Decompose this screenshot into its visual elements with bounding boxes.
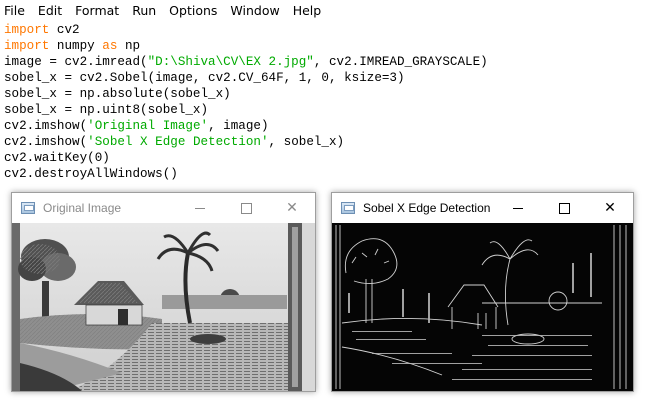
- code-text: np: [117, 39, 141, 53]
- code-text: numpy: [49, 39, 103, 53]
- code-keyword: import: [4, 23, 50, 37]
- window-app-icon: [341, 202, 355, 214]
- code-text: , image): [208, 119, 269, 133]
- close-button[interactable]: ✕: [587, 193, 633, 223]
- original-window-title: Original Image: [43, 201, 122, 215]
- code-text: cv2.destroyAllWindows(): [4, 167, 178, 181]
- sobel-image-area: [332, 223, 633, 391]
- minimize-button[interactable]: [177, 193, 223, 223]
- menu-options[interactable]: Options: [164, 0, 225, 22]
- code-keyword: as: [102, 39, 118, 53]
- sobel-window[interactable]: Sobel X Edge Detection ✕: [331, 192, 634, 392]
- code-editor[interactable]: import cv2 import numpy as np image = cv2.…: [0, 22, 651, 182]
- close-button[interactable]: ✕: [269, 193, 315, 223]
- menu-bar: File Edit Format Run Options Window Help: [0, 0, 651, 22]
- close-icon: ✕: [604, 200, 616, 216]
- original-image-window[interactable]: Original Image ✕: [11, 192, 316, 392]
- code-line: cv2.imshow('Sobel X Edge Detection', sob…: [0, 134, 651, 150]
- code-line: cv2.waitKey(0): [0, 150, 651, 166]
- sobel-window-title: Sobel X Edge Detection: [363, 201, 491, 215]
- close-icon: ✕: [286, 200, 298, 216]
- code-text: sobel_x = cv2.Sobel(image, cv2.CV_64F, 1…: [4, 71, 405, 85]
- code-string: 'Sobel X Edge Detection': [87, 135, 269, 149]
- code-keyword: import: [4, 39, 50, 53]
- menu-window[interactable]: Window: [225, 0, 287, 22]
- maximize-button[interactable]: [541, 193, 587, 223]
- code-text: cv2.waitKey(0): [4, 151, 110, 165]
- code-line: cv2.imshow('Original Image', image): [0, 118, 651, 134]
- sobel-window-titlebar[interactable]: Sobel X Edge Detection ✕: [332, 193, 633, 223]
- code-string: "D:\Shiva\CV\EX 2.jpg": [147, 55, 314, 69]
- maximize-button[interactable]: [223, 193, 269, 223]
- minimize-button[interactable]: [495, 193, 541, 223]
- sobel-edge-image: [332, 223, 633, 391]
- code-text: cv2.imshow(: [4, 119, 88, 133]
- menu-help[interactable]: Help: [288, 0, 330, 22]
- code-text: sobel_x = np.absolute(sobel_x): [4, 87, 231, 101]
- code-text: cv2.imshow(: [4, 135, 88, 149]
- code-text: cv2: [49, 23, 80, 37]
- code-line: cv2.destroyAllWindows(): [0, 166, 651, 182]
- code-text: , cv2.IMREAD_GRAYSCALE): [313, 55, 488, 69]
- code-line: image = cv2.imread("D:\Shiva\CV\EX 2.jpg…: [0, 54, 651, 70]
- code-line: sobel_x = cv2.Sobel(image, cv2.CV_64F, 1…: [0, 70, 651, 86]
- code-text: sobel_x = np.uint8(sobel_x): [4, 103, 209, 117]
- original-window-titlebar[interactable]: Original Image ✕: [12, 193, 315, 223]
- maximize-icon: [558, 202, 570, 214]
- code-line: sobel_x = np.uint8(sobel_x): [0, 102, 651, 118]
- code-line: import cv2: [0, 22, 651, 38]
- code-string: 'Original Image': [87, 119, 209, 133]
- code-line: import numpy as np: [0, 38, 651, 54]
- code-text: image = cv2.imread(: [4, 55, 148, 69]
- original-grayscale-image: [12, 223, 315, 391]
- menu-run[interactable]: Run: [127, 0, 164, 22]
- minimize-icon: [513, 207, 523, 209]
- menu-file[interactable]: File: [0, 0, 33, 22]
- code-line: sobel_x = np.absolute(sobel_x): [0, 86, 651, 102]
- window-app-icon: [21, 202, 35, 214]
- maximize-icon: [240, 202, 252, 214]
- minimize-icon: [195, 207, 205, 209]
- original-image-area: [12, 223, 315, 391]
- menu-edit[interactable]: Edit: [33, 0, 70, 22]
- menu-format[interactable]: Format: [70, 0, 127, 22]
- code-text: , sobel_x): [268, 135, 345, 149]
